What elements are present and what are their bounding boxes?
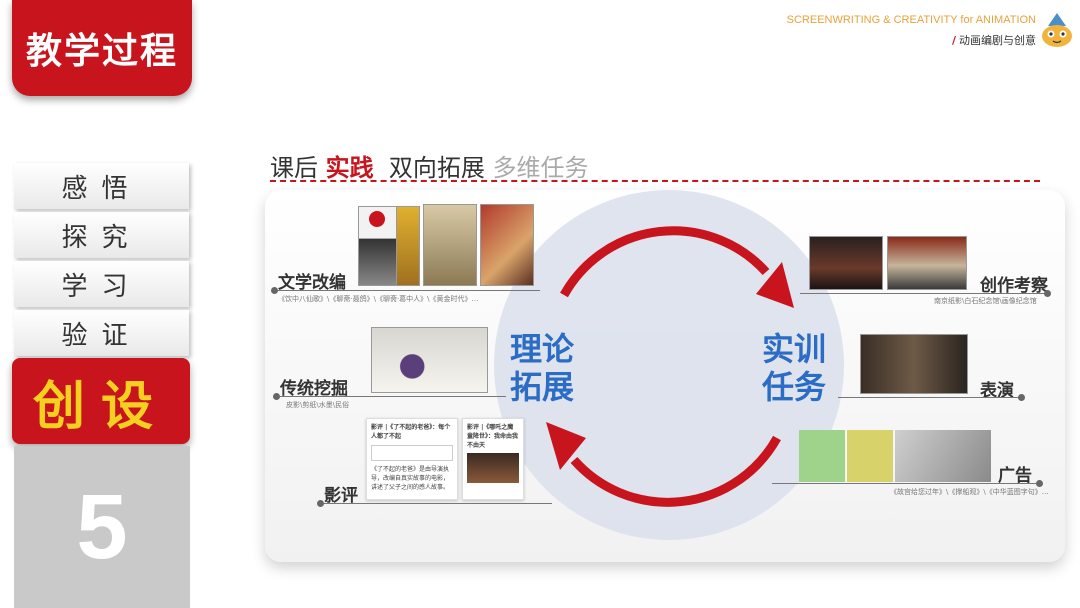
section-title: 课后 实践 双向拓展 多维任务 — [270, 148, 589, 183]
branch-line-research — [800, 293, 1046, 294]
branch-sub-literature: 《饮中八仙歌》\《聊斋·聂鸽》\《聊斋·葛中人》\《黄金时代》… — [278, 295, 479, 303]
review-card-1-embed — [371, 445, 453, 461]
branch-dot-performance — [1018, 394, 1025, 401]
branch-line-traditional — [280, 396, 506, 397]
center-left-line1: 理论 — [509, 330, 574, 368]
thumb-traditional-painting — [371, 327, 488, 393]
section-title-part4: 多维任务 — [492, 154, 589, 182]
branch-sub-research: 南京纸影\白石纪念馆\画像纪念馆 — [934, 297, 1037, 305]
branch-dot-traditional — [273, 393, 280, 400]
thumb-performance — [860, 334, 968, 394]
center-right-line2: 任务 — [761, 368, 826, 406]
branch-line-review — [322, 503, 552, 504]
menu-item-ganwu[interactable]: 感悟 — [14, 163, 189, 209]
section-title-part1: 课后 — [270, 154, 318, 182]
brand-slash: / — [951, 34, 956, 47]
branch-sub-traditional: 皮影\剪纸\水墨\民俗 — [286, 401, 350, 409]
review-card-2-title: 影评 |《哪吒之魔童降世》：我命由我不由天 — [467, 424, 519, 449]
review-card-1-body: 《了不起的老爸》是由导演执导，改编自真实故事的电影，讲述了父子之间的感人故事。 — [371, 466, 450, 491]
branch-dot-advertising — [1036, 480, 1043, 487]
brand-english: SCREENWRITING & CREATIVITY for ANIMATION — [786, 14, 1036, 26]
center-left-line2: 拓展 — [509, 368, 574, 406]
thumb-golden-era-poster — [480, 204, 534, 286]
title-divider — [270, 180, 1040, 182]
thumb-ad-2 — [847, 430, 893, 482]
brand-chinese-text: 动画编剧与创意 — [959, 34, 1036, 47]
branch-line-performance — [838, 397, 1020, 398]
menu-item-xuexi[interactable]: 学习 — [14, 261, 189, 307]
section-title-part3: 双向拓展 — [388, 154, 485, 182]
branch-line-advertising — [772, 483, 1038, 484]
mascot-logo-icon — [1042, 13, 1072, 47]
thumb-ad-1 — [799, 430, 845, 482]
branch-dot-review — [317, 500, 324, 507]
thumb-site-visit-1 — [809, 236, 883, 290]
page-title: 教学过程 — [12, 0, 192, 96]
thumb-ad-3 — [895, 430, 991, 482]
thumb-site-visit-2 — [887, 236, 967, 290]
review-card-1[interactable]: 影评 |《了不起的老爸》：每个人都了不起 《了不起的老爸》是由导演执导，改编自真… — [366, 418, 458, 500]
menu-item-tanjiu[interactable]: 探究 — [14, 212, 189, 258]
center-right-line1: 实训 — [761, 330, 826, 368]
center-right-text: 实训 任务 — [756, 330, 832, 406]
branch-sub-advertising: 《故宫给您过年》\《撑船观》\《中华蓝图字句》… — [890, 488, 1049, 496]
center-left-text: 理论 拓展 — [504, 330, 580, 406]
branch-dot-literature — [271, 287, 278, 294]
thumb-book-spine — [396, 206, 420, 286]
menu-item-chuangshe-active[interactable]: 创设 — [12, 358, 190, 444]
thumb-book-cover — [423, 204, 477, 286]
review-card-1-title: 影评 |《了不起的老爸》：每个人都了不起 — [371, 424, 451, 440]
review-card-2[interactable]: 影评 |《哪吒之魔童降世》：我命由我不由天 — [462, 418, 524, 500]
step-number: 5 — [14, 446, 190, 608]
review-card-2-image — [467, 453, 519, 483]
menu-item-yanzheng[interactable]: 验证 — [14, 310, 189, 356]
branch-line-literature — [278, 290, 540, 291]
brand-chinese: / 动画编剧与创意 — [952, 32, 1036, 48]
branch-dot-research — [1044, 290, 1051, 297]
section-title-highlight: 实践 — [325, 154, 374, 182]
